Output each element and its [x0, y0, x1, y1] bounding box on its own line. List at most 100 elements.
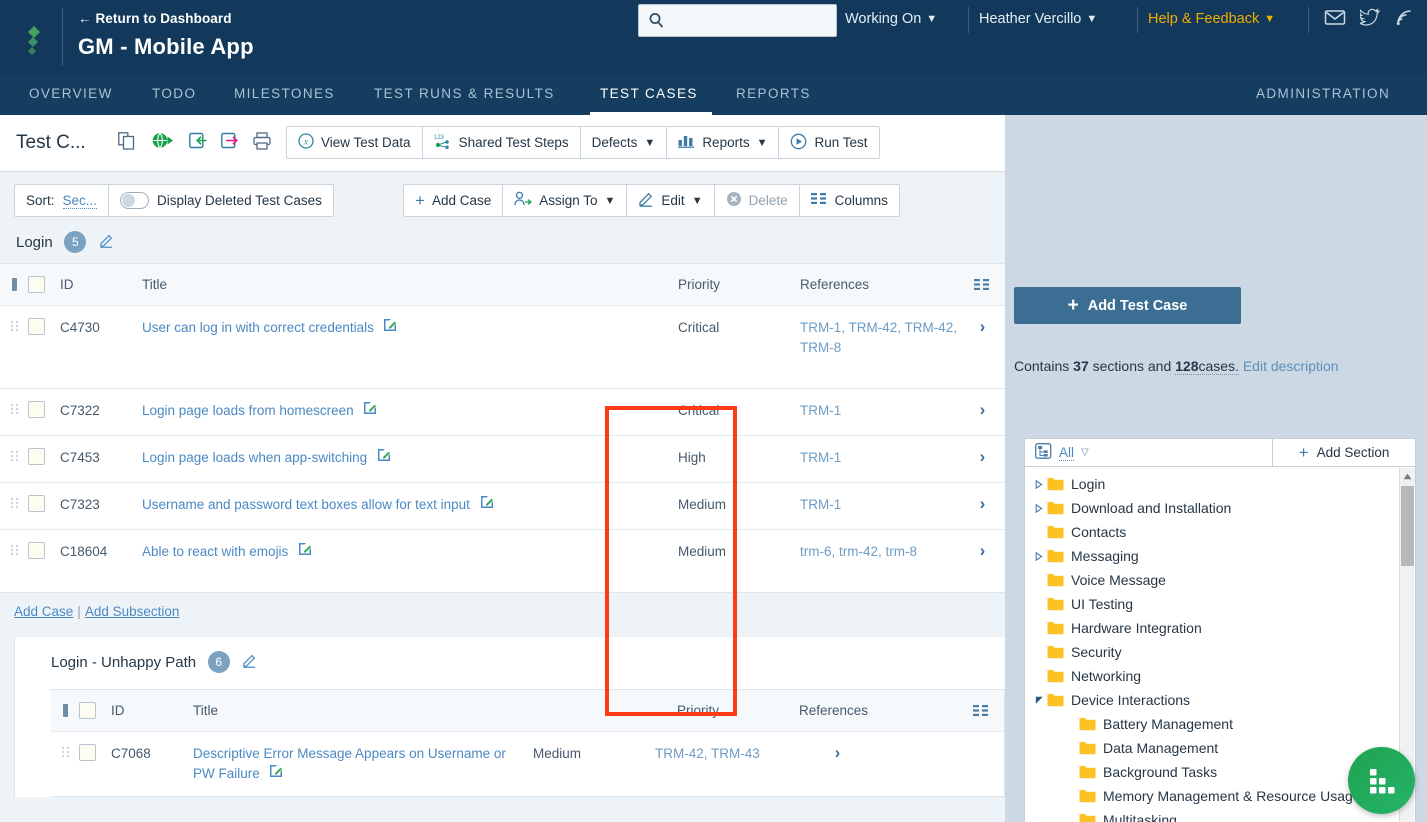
cell-title[interactable]: Descriptive Error Message Appears on Use…: [193, 746, 506, 781]
table-row[interactable]: C7322 Login page loads from homescreen C…: [0, 389, 1005, 436]
tree-item[interactable]: Contacts: [1025, 520, 1415, 544]
cell-references[interactable]: TRM-1: [800, 403, 841, 418]
edit-section-pencil-icon[interactable]: [242, 654, 257, 671]
tree-item[interactable]: Voice Message: [1025, 568, 1415, 592]
tree-item[interactable]: Login: [1025, 472, 1415, 496]
edit-dropdown[interactable]: Edit ▼: [627, 185, 715, 216]
collapse-triangle-icon[interactable]: [1031, 696, 1047, 705]
tab-milestones[interactable]: MILESTONES: [234, 86, 335, 101]
inline-edit-icon[interactable]: [383, 319, 397, 335]
search-box[interactable]: [638, 4, 837, 37]
tree-item[interactable]: Networking: [1025, 664, 1415, 688]
row-checkbox[interactable]: [28, 401, 45, 418]
inline-edit-icon[interactable]: [363, 402, 377, 418]
expand-triangle-icon[interactable]: [1031, 551, 1047, 561]
add-case-button[interactable]: + Add Case: [404, 185, 504, 216]
select-all-checkbox-cell[interactable]: [79, 690, 111, 731]
run-test-button[interactable]: Run Test: [779, 127, 878, 158]
inline-edit-icon[interactable]: [269, 765, 283, 781]
sort-selector[interactable]: Sort: Sec...: [15, 185, 110, 216]
expand-row-chevron-icon[interactable]: ›: [980, 541, 986, 561]
defects-dropdown[interactable]: Defects ▼: [581, 127, 668, 158]
view-test-data-button[interactable]: x View Test Data: [287, 127, 423, 158]
section-filter-dropdown[interactable]: All ▽: [1025, 439, 1273, 466]
row-checkbox[interactable]: [28, 542, 45, 559]
expand-row-chevron-icon[interactable]: ›: [835, 743, 841, 763]
select-all-checkbox[interactable]: [79, 702, 96, 719]
tree-vertical-scroll-thumb[interactable]: [1401, 486, 1414, 566]
table-row[interactable]: C7453 Login page loads when app-switchin…: [0, 436, 1005, 483]
row-checkbox[interactable]: [79, 744, 96, 761]
cell-title[interactable]: Able to react with emojis: [142, 544, 288, 559]
inline-edit-icon[interactable]: [480, 496, 494, 512]
display-deleted-toggle[interactable]: Display Deleted Test Cases: [109, 185, 333, 216]
row-checkbox-cell[interactable]: [28, 436, 60, 470]
rss-icon[interactable]: [1395, 8, 1413, 30]
drag-handle[interactable]: [0, 389, 28, 423]
edit-description-link[interactable]: Edit description: [1243, 358, 1339, 374]
column-header-references[interactable]: References: [799, 703, 868, 718]
column-header-id[interactable]: ID: [111, 703, 125, 718]
row-checkbox-cell[interactable]: [28, 389, 60, 423]
add-test-case-button[interactable]: + Add Test Case: [1014, 287, 1241, 324]
table-row[interactable]: C7323 Username and password text boxes a…: [0, 483, 1005, 530]
print-icon[interactable]: [253, 132, 271, 153]
edit-section-pencil-icon[interactable]: [99, 234, 114, 251]
menu-working-on[interactable]: Working On ▼: [845, 11, 937, 27]
tab-overview[interactable]: OVERVIEW: [29, 86, 113, 101]
table-row[interactable]: C4730 User can log in with correct crede…: [0, 306, 1005, 389]
twitter-icon[interactable]: [1358, 8, 1381, 30]
expand-row-chevron-icon[interactable]: ›: [980, 447, 986, 467]
copy-icon[interactable]: [118, 132, 135, 153]
cell-title[interactable]: Login page loads when app-switching: [142, 450, 367, 465]
add-section-button[interactable]: + Add Section: [1273, 439, 1415, 466]
cell-references[interactable]: TRM-42, TRM-43: [655, 746, 760, 761]
column-settings-button[interactable]: [959, 690, 1004, 731]
tab-todo[interactable]: TODO: [152, 86, 196, 101]
column-header-id[interactable]: ID: [60, 277, 74, 292]
help-widget-button[interactable]: [1348, 747, 1415, 814]
row-checkbox-cell[interactable]: [28, 530, 60, 580]
envelope-icon[interactable]: [1324, 8, 1346, 29]
tab-test-runs-results[interactable]: TEST RUNS & RESULTS: [374, 86, 555, 101]
cell-references[interactable]: trm-6, trm-42, trm-8: [800, 544, 917, 559]
tab-administration[interactable]: ADMINISTRATION: [1256, 86, 1390, 101]
export-icon[interactable]: [221, 132, 240, 152]
row-checkbox[interactable]: [28, 318, 45, 335]
cell-references[interactable]: TRM-1: [800, 497, 841, 512]
tree-item[interactable]: Messaging: [1025, 544, 1415, 568]
cell-title[interactable]: Username and password text boxes allow f…: [142, 497, 470, 512]
tab-reports[interactable]: REPORTS: [736, 86, 811, 101]
cell-references[interactable]: TRM-1: [800, 450, 841, 465]
table-row[interactable]: C18604 Able to react with emojis Medium …: [0, 530, 1005, 592]
drag-handle[interactable]: [51, 732, 79, 784]
inline-edit-icon[interactable]: [298, 543, 312, 559]
expand-row-chevron-icon[interactable]: ›: [980, 494, 986, 514]
shared-test-steps-button[interactable]: 123 Shared Test Steps: [423, 127, 581, 158]
tree-item[interactable]: Download and Installation: [1025, 496, 1415, 520]
scroll-up-arrow-icon[interactable]: [1400, 468, 1415, 485]
row-checkbox-cell[interactable]: [79, 732, 111, 784]
column-header-title[interactable]: Title: [193, 703, 218, 718]
tab-test-cases[interactable]: TEST CASES: [600, 86, 698, 101]
expand-row-chevron-icon[interactable]: ›: [980, 400, 986, 420]
row-checkbox-cell[interactable]: [28, 483, 60, 517]
select-all-checkbox[interactable]: [28, 276, 45, 293]
add-case-link[interactable]: Add Case: [14, 604, 73, 619]
tree-item[interactable]: Hardware Integration: [1025, 616, 1415, 640]
drag-handle[interactable]: [0, 306, 28, 376]
select-all-checkbox-cell[interactable]: [28, 264, 60, 305]
delete-button[interactable]: Delete: [715, 185, 800, 216]
reports-dropdown[interactable]: Reports ▼: [667, 127, 780, 158]
column-header-title[interactable]: Title: [142, 277, 167, 292]
globe-add-icon[interactable]: [152, 132, 174, 153]
tree-item[interactable]: Battery Management: [1025, 712, 1415, 736]
expand-row-chevron-icon[interactable]: ›: [980, 317, 986, 337]
tree-item[interactable]: UI Testing: [1025, 592, 1415, 616]
drag-handle[interactable]: [0, 483, 28, 517]
tree-item[interactable]: Multitasking: [1025, 808, 1415, 822]
table-row[interactable]: C7068 Descriptive Error Message Appears …: [51, 732, 1004, 796]
row-checkbox-cell[interactable]: [28, 306, 60, 376]
column-header-priority[interactable]: Priority: [677, 703, 719, 718]
expand-triangle-icon[interactable]: [1031, 479, 1047, 489]
